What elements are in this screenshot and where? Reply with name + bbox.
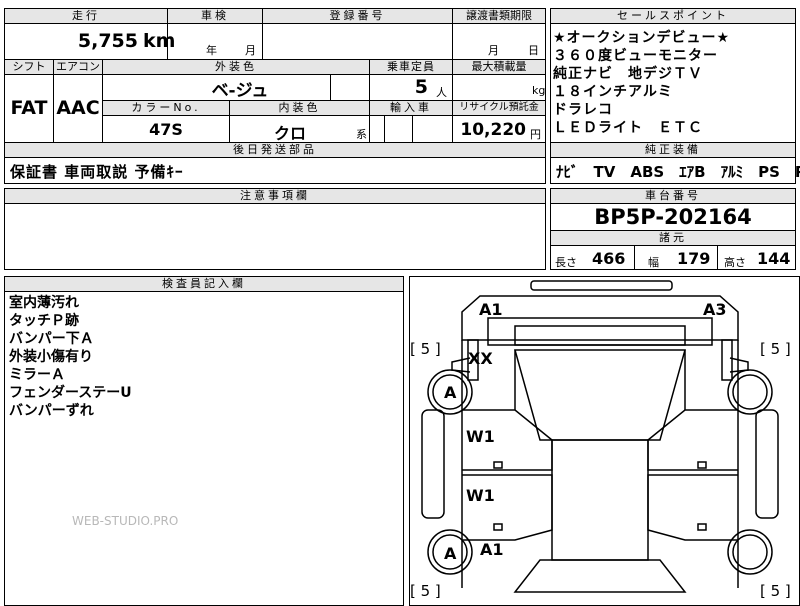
inspector-note: バンパーずれ <box>9 403 94 419</box>
damage-label-a1-rear: A1 <box>480 540 504 559</box>
sales-point: ３６０度ビューモニター <box>553 48 718 64</box>
length-value: 466 <box>592 249 626 268</box>
sales-points-header: セールスポイント <box>551 9 795 23</box>
capacity-header: 乗車定員 <box>370 60 452 74</box>
interior-color-suffix: 系 <box>356 128 367 141</box>
tread-rear-left: [ 5 ] <box>410 582 441 600</box>
interior-color-header: 内装色 <box>230 101 369 115</box>
damage-label-a-rear-left: A <box>444 544 457 563</box>
max-load-unit: kg <box>532 84 546 97</box>
damage-label-w1-upper: W1 <box>466 427 495 446</box>
height-value: 144 <box>757 249 791 268</box>
sales-point: ドラレコ <box>553 102 613 118</box>
recycle-fee-value: 10,220 <box>460 120 526 140</box>
sales-point: ★オークションデビュー★ <box>553 30 731 46</box>
sales-points-list: ★オークションデビュー★ ３６０度ビューモニター 純正ナビ 地デジＴＶ １８イン… <box>553 29 795 137</box>
deadline-day-unit: 日 <box>528 44 539 57</box>
color-no-header: カラーNo. <box>103 101 229 115</box>
exterior-color-header: 外装色 <box>103 60 369 74</box>
mileage-header: 走行 <box>5 9 167 23</box>
watermark: WEB-STUDIO.PRO <box>72 514 179 528</box>
sales-point: １８インチアルミ <box>553 84 673 100</box>
tread-front-right: [ 5 ] <box>760 340 791 358</box>
inspector-notes: 室内薄汚れ タッチＰ跡 バンパー下Ａ 外装小傷有り ミラーＡ フェンダーステーU… <box>9 294 132 420</box>
inspector-note: ミラーＡ <box>9 367 65 383</box>
aircon-value: AAC <box>56 97 100 119</box>
deadline-header: 譲渡書類期限 <box>453 9 545 23</box>
width-label: 幅 <box>648 256 659 269</box>
later-parts-value: 保証書 車両取説 予備ｷｰ <box>10 163 184 181</box>
notes-header: 注意事項欄 <box>5 189 545 203</box>
tread-rear-right: [ 5 ] <box>760 582 791 600</box>
mileage-unit: km <box>143 30 176 52</box>
inspector-note: バンパー下Ａ <box>9 331 94 347</box>
shift-header: シフト <box>5 60 53 74</box>
capacity-unit: 人 <box>436 86 447 99</box>
shaken-year-unit: 年 <box>206 44 217 57</box>
mileage-value: 5,755 <box>77 30 138 52</box>
inspector-note: 外装小傷有り <box>9 349 93 365</box>
max-load-header: 最大積載量 <box>453 60 545 74</box>
registration-header: 登録番号 <box>263 9 452 23</box>
recycle-fee-unit: 円 <box>530 128 541 141</box>
damage-label-a-front-left: A <box>444 383 457 402</box>
deadline-month-unit: 月 <box>488 44 499 57</box>
inspector-header: 検査員記入欄 <box>5 277 403 291</box>
capacity-value: 5 <box>414 76 428 98</box>
equipment-header: 純正装備 <box>551 143 795 157</box>
dimensions-header: 諸元 <box>551 231 795 245</box>
damage-label-w1-lower: W1 <box>466 486 495 505</box>
shaken-month-unit: 月 <box>245 44 256 57</box>
sales-point: ＬＥＤライト ＥＴＣ <box>553 120 703 136</box>
chassis-header: 車台番号 <box>551 189 795 203</box>
width-value: 179 <box>677 249 711 268</box>
length-label: 長さ <box>555 256 577 269</box>
shift-value: FAT <box>10 97 48 119</box>
tread-front-left: [ 5 ] <box>410 340 441 358</box>
interior-color-value: クロ <box>273 124 306 143</box>
sales-point: 純正ナビ 地デジＴＶ <box>553 66 703 82</box>
recycle-header: リサイクル預託金 <box>453 101 545 115</box>
inspector-note: 室内薄汚れ <box>9 295 79 311</box>
inspector-note: フェンダーステーU <box>9 385 132 401</box>
import-header: 輸入車 <box>370 101 452 115</box>
color-no-value: 47S <box>149 120 183 139</box>
height-label: 高さ <box>724 256 746 269</box>
damage-label-a1-top: A1 <box>479 300 503 319</box>
damage-label-a3-top: A3 <box>703 300 727 319</box>
shaken-header: 車検 <box>168 9 262 23</box>
inspector-note: タッチＰ跡 <box>9 313 79 329</box>
equipment-value: ﾅﾋﾞ TV ABS ｴｱB ｱﾙﾐ PS PW <box>556 163 800 181</box>
chassis-number: BP5P-202164 <box>594 205 752 229</box>
exterior-color-value: ベ-ジュ <box>211 81 269 101</box>
aircon-header: エアコン <box>54 60 102 74</box>
damage-label-xx: XX <box>468 349 493 368</box>
